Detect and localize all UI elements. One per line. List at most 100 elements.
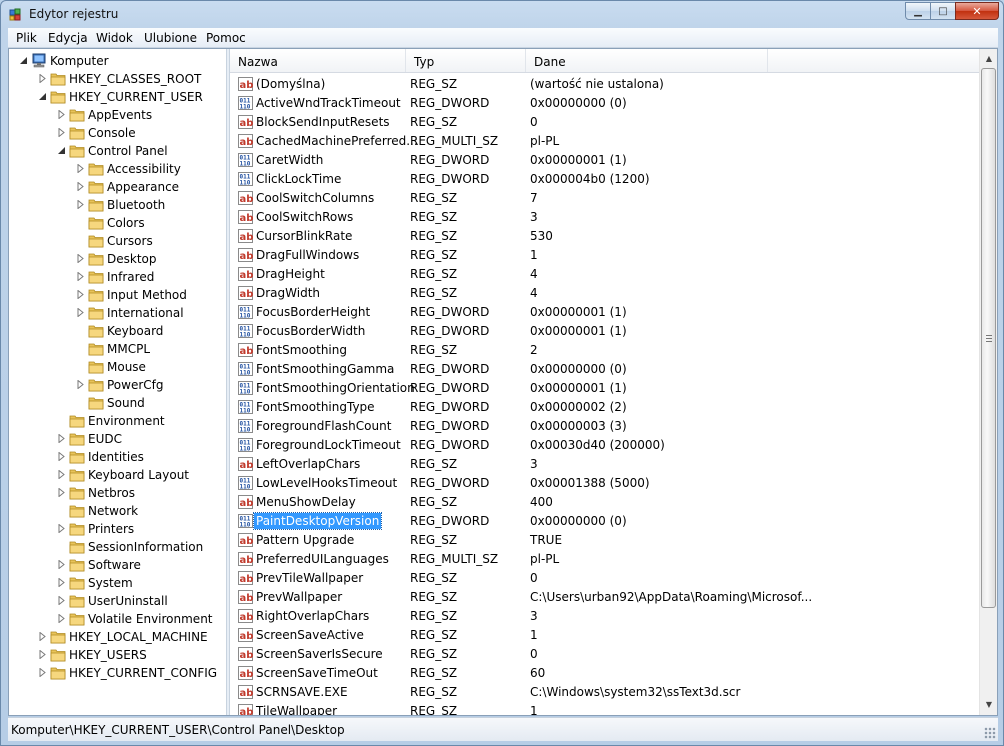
tree-node[interactable]: Environment [9, 412, 224, 430]
menu-pomoc[interactable]: Pomoc [206, 31, 246, 45]
value-row[interactable]: ab ScreenSaveActive REG_SZ 1 [230, 626, 979, 645]
value-row[interactable]: ab DragHeight REG_SZ 4 [230, 265, 979, 284]
tree-node[interactable]: International [9, 304, 224, 322]
value-row[interactable]: ab LeftOverlapChars REG_SZ 3 [230, 455, 979, 474]
value-row[interactable]: ab DragFullWindows REG_SZ 1 [230, 246, 979, 265]
value-row[interactable]: ab PrevTileWallpaper REG_SZ 0 [230, 569, 979, 588]
collapsed-arrow-icon[interactable] [57, 434, 66, 443]
collapsed-arrow-icon[interactable] [38, 650, 47, 659]
close-button[interactable]: ✕ [955, 2, 999, 20]
collapsed-arrow-icon[interactable] [57, 560, 66, 569]
value-row[interactable]: 011 110 ActiveWndTrackTimeout REG_DWORD 0x00… [230, 94, 979, 113]
value-row[interactable]: ab CursorBlinkRate REG_SZ 530 [230, 227, 979, 246]
tree-node[interactable]: HKEY_CURRENT_CONFIG [9, 664, 224, 682]
tree-node[interactable]: HKEY_CURRENT_USER [9, 88, 224, 106]
tree-node[interactable]: Printers [9, 520, 224, 538]
collapsed-arrow-icon[interactable] [76, 308, 85, 317]
value-row[interactable]: 011 110 ClickLockTime REG_DWORD 0x000004b0 (… [230, 170, 979, 189]
values-list-pane[interactable]: Nazwa Typ Dane ab (Domyślna) REG_SZ (wartoś… [230, 49, 979, 715]
value-row[interactable]: ab (Domyślna) REG_SZ (wartość nie ustalona) [230, 75, 979, 94]
tree-node[interactable]: Input Method [9, 286, 224, 304]
collapsed-arrow-icon[interactable] [76, 254, 85, 263]
scroll-up-arrow-icon[interactable]: ▲ [981, 50, 997, 67]
tree-node[interactable]: Infrared [9, 268, 224, 286]
tree-node[interactable]: Colors [9, 214, 224, 232]
collapsed-arrow-icon[interactable] [57, 614, 66, 623]
menu-ulubione[interactable]: Ulubione [144, 31, 197, 45]
value-row[interactable]: ab DragWidth REG_SZ 4 [230, 284, 979, 303]
tree-node[interactable]: Bluetooth [9, 196, 224, 214]
value-row[interactable]: ab BlockSendInputResets REG_SZ 0 [230, 113, 979, 132]
vertical-scrollbar[interactable]: ▲ ▼ [979, 49, 997, 715]
maximize-button[interactable]: □ [930, 2, 956, 20]
tree-node[interactable]: Volatile Environment [9, 610, 224, 628]
tree-node[interactable]: Mouse [9, 358, 224, 376]
value-row[interactable]: 011 110 FontSmoothingOrientation REG_DWORD 0… [230, 379, 979, 398]
expanded-arrow-icon[interactable] [57, 146, 66, 155]
value-row[interactable]: 011 110 FontSmoothingType REG_DWORD 0x000000… [230, 398, 979, 417]
value-row[interactable]: 011 110 CaretWidth REG_DWORD 0x00000001 (1) [230, 151, 979, 170]
tree-node[interactable]: Software [9, 556, 224, 574]
minimize-button[interactable]: ▁ [905, 2, 931, 20]
resize-grip-icon[interactable] [984, 727, 996, 739]
tree-node[interactable]: HKEY_USERS [9, 646, 224, 664]
collapsed-arrow-icon[interactable] [76, 182, 85, 191]
value-row[interactable]: ab CoolSwitchColumns REG_SZ 7 [230, 189, 979, 208]
value-row[interactable]: 011 110 FocusBorderWidth REG_DWORD 0x0000000… [230, 322, 979, 341]
column-header-data[interactable]: Dane [526, 49, 768, 72]
tree-node[interactable]: SessionInformation [9, 538, 224, 556]
tree-node[interactable]: HKEY_LOCAL_MACHINE [9, 628, 224, 646]
tree-node[interactable]: Control Panel [9, 142, 224, 160]
collapsed-arrow-icon[interactable] [38, 74, 47, 83]
tree-node[interactable]: Network [9, 502, 224, 520]
value-row[interactable]: 011 110 FocusBorderHeight REG_DWORD 0x000000… [230, 303, 979, 322]
tree-node[interactable]: MMCPL [9, 340, 224, 358]
collapsed-arrow-icon[interactable] [57, 470, 66, 479]
value-row[interactable]: ab SCRNSAVE.EXE REG_SZ C:\Windows\system32\… [230, 683, 979, 702]
tree-node[interactable]: Accessibility [9, 160, 224, 178]
tree-node[interactable]: Desktop [9, 250, 224, 268]
column-header-type[interactable]: Typ [406, 49, 526, 72]
scrollbar-thumb[interactable] [981, 68, 996, 608]
menu-plik[interactable]: Plik [16, 31, 37, 45]
value-row[interactable]: ab ScreenSaverIsSecure REG_SZ 0 [230, 645, 979, 664]
tree-node[interactable]: Keyboard Layout [9, 466, 224, 484]
value-row[interactable]: ab TileWallpaper REG_SZ 1 [230, 702, 979, 715]
key-tree-pane[interactable]: Komputer HKEY_CLASSES_ROOT HKEY_CURRENT_US… [9, 49, 226, 715]
collapsed-arrow-icon[interactable] [57, 110, 66, 119]
value-row[interactable]: ab CoolSwitchRows REG_SZ 3 [230, 208, 979, 227]
tree-node[interactable]: Console [9, 124, 224, 142]
collapsed-arrow-icon[interactable] [57, 578, 66, 587]
value-row[interactable]: ab MenuShowDelay REG_SZ 400 [230, 493, 979, 512]
collapsed-arrow-icon[interactable] [57, 488, 66, 497]
collapsed-arrow-icon[interactable] [38, 668, 47, 677]
tree-node[interactable]: Sound [9, 394, 224, 412]
collapsed-arrow-icon[interactable] [57, 128, 66, 137]
value-row[interactable]: ab Pattern Upgrade REG_SZ TRUE [230, 531, 979, 550]
collapsed-arrow-icon[interactable] [38, 632, 47, 641]
expanded-arrow-icon[interactable] [19, 56, 28, 65]
collapsed-arrow-icon[interactable] [76, 200, 85, 209]
column-header-name[interactable]: Nazwa [230, 49, 406, 72]
collapsed-arrow-icon[interactable] [76, 164, 85, 173]
tree-node[interactable]: System [9, 574, 224, 592]
expanded-arrow-icon[interactable] [38, 92, 47, 101]
menu-widok[interactable]: Widok [96, 31, 133, 45]
value-row[interactable]: 011 110 LowLevelHooksTimeout REG_DWORD 0x000… [230, 474, 979, 493]
tree-node[interactable]: Appearance [9, 178, 224, 196]
value-row[interactable]: ab RightOverlapChars REG_SZ 3 [230, 607, 979, 626]
menu-edycja[interactable]: Edycja [48, 31, 88, 45]
tree-node[interactable]: Komputer [9, 52, 224, 70]
tree-node[interactable]: HKEY_CLASSES_ROOT [9, 70, 224, 88]
value-row[interactable]: ab FontSmoothing REG_SZ 2 [230, 341, 979, 360]
value-row-selected[interactable]: 011 110 PaintDesktopVersion REG_DWORD 0x0000… [230, 512, 979, 531]
collapsed-arrow-icon[interactable] [57, 596, 66, 605]
collapsed-arrow-icon[interactable] [76, 380, 85, 389]
tree-node[interactable]: Identities [9, 448, 224, 466]
tree-node[interactable]: Cursors [9, 232, 224, 250]
tree-node[interactable]: Keyboard [9, 322, 224, 340]
collapsed-arrow-icon[interactable] [76, 290, 85, 299]
collapsed-arrow-icon[interactable] [57, 524, 66, 533]
value-row[interactable]: ab PreferredUILanguages REG_MULTI_SZ pl-PL [230, 550, 979, 569]
value-row[interactable]: ab ScreenSaveTimeOut REG_SZ 60 [230, 664, 979, 683]
